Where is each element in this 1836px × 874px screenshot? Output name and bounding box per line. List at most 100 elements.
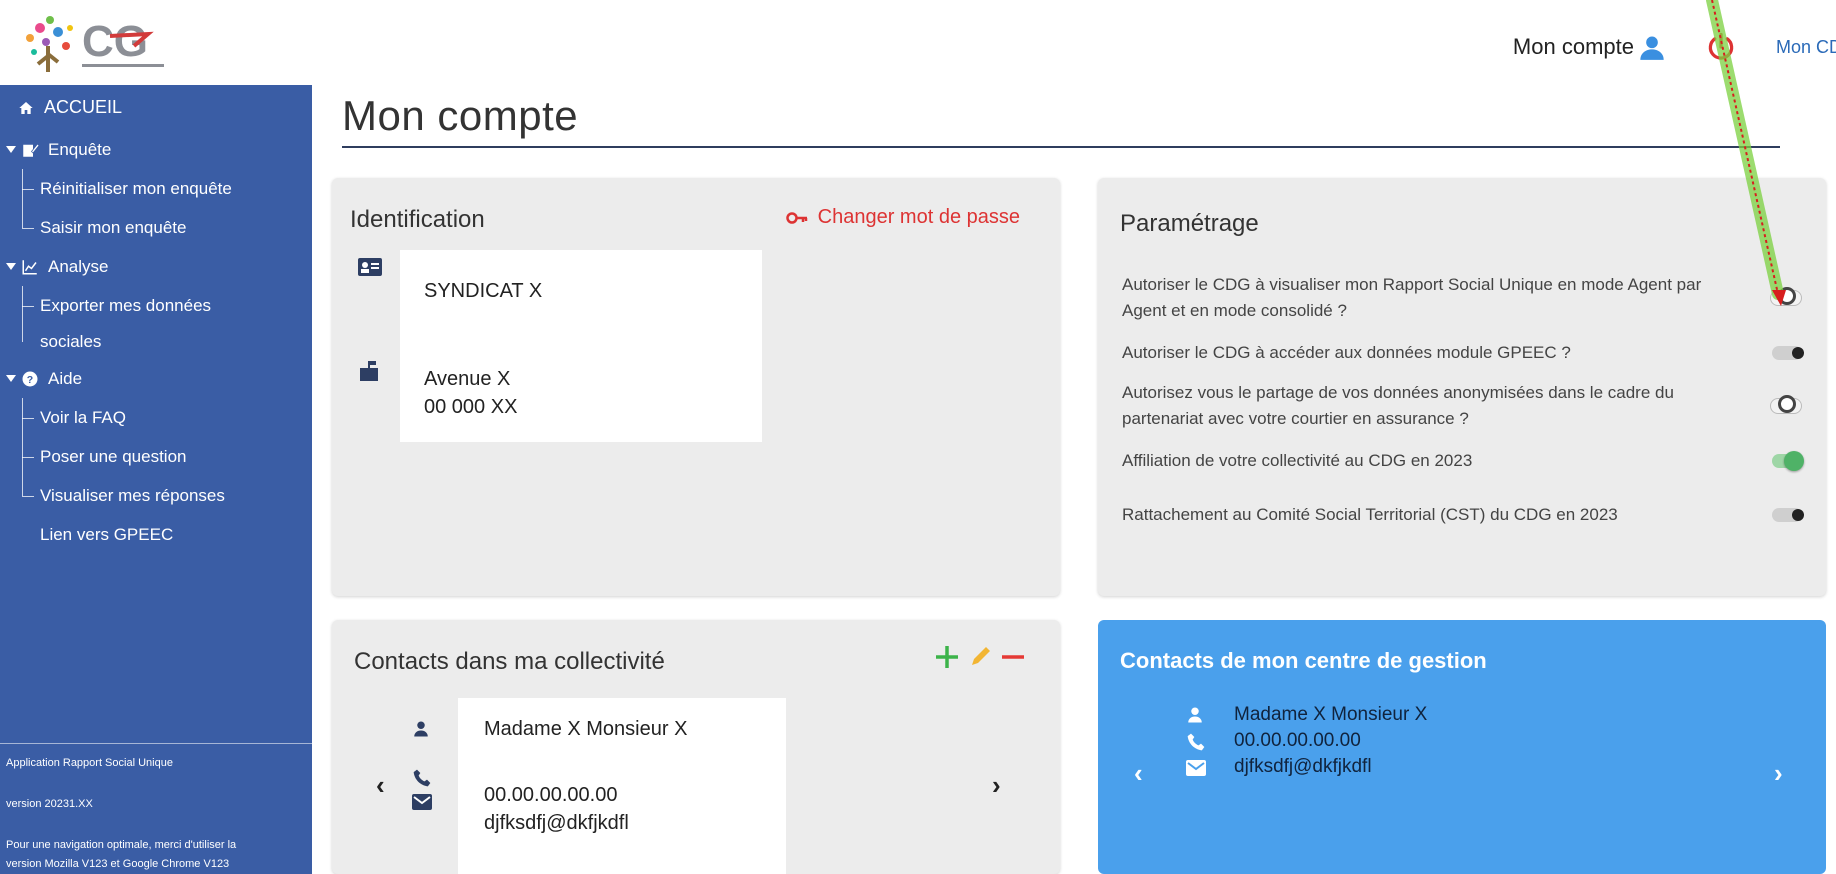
sidebar-item-label: sociales — [40, 332, 102, 351]
email-icon — [412, 794, 432, 815]
sidebar-item-visualiser-reponses[interactable]: Visualiser mes réponses — [0, 476, 312, 515]
sidebar-nav: ACCUEIL Enquête Réinitialiser mon enquêt… — [0, 85, 312, 554]
svg-text:?: ? — [27, 373, 33, 385]
logout-button[interactable] — [1706, 32, 1736, 62]
sidebar-item-saisir[interactable]: Saisir mon enquête — [0, 208, 312, 247]
setting-row: Rattachement au Comité Social Territoria… — [1122, 502, 1804, 528]
sidebar-item-exporter[interactable]: Exporter mes données — [0, 286, 312, 325]
add-contact-icon[interactable] — [934, 644, 960, 670]
setting-row: Autorisez vous le partage de vos données… — [1122, 380, 1802, 432]
contact-phone: 00.00.00.00.00 — [1234, 730, 1361, 751]
sidebar-item-poser-question[interactable]: Poser une question — [0, 437, 312, 476]
address-line: 00 000 XX — [424, 396, 518, 418]
caret-down-icon — [6, 375, 16, 382]
sidebar-item-accueil[interactable]: ACCUEIL — [0, 85, 312, 130]
sidebar-item-label: Enquête — [48, 139, 112, 159]
contact-next-button[interactable]: › — [1774, 758, 1783, 789]
edit-contact-icon[interactable] — [968, 645, 992, 669]
toggle-knob — [1784, 451, 1804, 471]
setting-toggle[interactable] — [1770, 287, 1802, 306]
setting-label: Autoriser le CDG à accéder aux données m… — [1122, 343, 1571, 362]
person-icon — [412, 720, 430, 743]
sidebar-item-analyse[interactable]: Analyse — [0, 247, 312, 286]
contact-email: djfksdfj@dkfjkdfl — [1234, 756, 1372, 777]
power-icon — [1708, 32, 1734, 60]
sidebar-item-faq[interactable]: Voir la FAQ — [0, 398, 312, 437]
mon-cdg-link[interactable]: Mon CDG — [1776, 37, 1836, 58]
card-title: Identification — [350, 206, 485, 233]
contact-next-button[interactable]: › — [992, 770, 1001, 801]
sidebar-item-exporter-cont[interactable]: sociales — [0, 325, 312, 359]
account-label: Mon compte — [1512, 34, 1634, 59]
identity-box: SYNDICAT X Avenue X 00 000 XX — [400, 250, 762, 442]
browser-note: Pour une navigation optimale, merci d'ut… — [6, 839, 237, 851]
person-icon — [1186, 706, 1204, 729]
id-card-icon — [358, 258, 382, 281]
sidebar-item-label: Aide — [48, 368, 83, 388]
identification-card: Identification Changer mot de passe SYND… — [332, 178, 1060, 596]
sidebar: ACCUEIL Enquête Réinitialiser mon enquêt… — [0, 85, 312, 874]
sidebar-item-label: Visualiser mes réponses — [40, 485, 225, 505]
email-icon — [1186, 760, 1206, 781]
contact-phone: 00.00.00.00.00 — [484, 784, 618, 806]
sidebar-footer: Application Rapport Social Unique versio… — [0, 743, 312, 874]
user-icon — [1640, 36, 1664, 60]
toggle-knob — [1792, 509, 1804, 521]
header-toolbar: Mon compte Mon CDG — [1513, 22, 1836, 72]
phone-icon — [1186, 732, 1206, 757]
contact-email: djfksdfj@dkfjkdfl — [484, 812, 629, 834]
organization-name: SYNDICAT X — [424, 280, 543, 302]
toggle-knob — [1778, 395, 1796, 413]
setting-label: Autoriser le CDG à visualiser mon Rappor… — [1122, 275, 1702, 320]
sidebar-item-enquete[interactable]: Enquête — [0, 130, 312, 169]
setting-label: Autorisez vous le partage de vos données… — [1122, 383, 1674, 428]
contact-prev-button[interactable]: ‹ — [1134, 758, 1143, 789]
setting-row: Affiliation de votre collectivité au CDG… — [1122, 448, 1804, 474]
sidebar-item-gpeec[interactable]: Lien vers GPEEC — [0, 515, 312, 554]
setting-label: Rattachement au Comité Social Territoria… — [1122, 505, 1618, 524]
title-divider — [342, 146, 1780, 148]
sidebar-item-label: Lien vers GPEEC — [40, 524, 174, 544]
remove-contact-icon[interactable] — [1000, 644, 1026, 670]
contact-name: Madame X Monsieur X — [1234, 704, 1428, 725]
sidebar-item-label: Poser une question — [40, 446, 187, 466]
card-title: Contacts de mon centre de gestion — [1120, 648, 1487, 673]
app-name: Application Rapport Social Unique — [6, 757, 173, 769]
card-title: Contacts dans ma collectivité — [354, 648, 665, 675]
app-logo[interactable]: CG — [18, 6, 196, 78]
sidebar-item-label: Exporter mes données — [40, 295, 212, 315]
mailbox-icon — [358, 360, 380, 387]
setting-toggle[interactable] — [1772, 451, 1804, 471]
sidebar-item-label: Voir la FAQ — [40, 407, 126, 427]
caret-down-icon — [6, 263, 16, 270]
account-link[interactable]: Mon compte — [1513, 33, 1666, 61]
sidebar-item-aide[interactable]: ? Aide — [0, 359, 312, 398]
contact-box: Madame X Monsieur X 00.00.00.00.00 djfks… — [458, 698, 786, 874]
key-icon — [785, 211, 807, 224]
help-icon: ? — [20, 369, 40, 389]
setting-toggle[interactable] — [1770, 395, 1802, 414]
change-password-link[interactable]: Changer mot de passe — [785, 206, 1020, 229]
setting-toggle[interactable] — [1772, 508, 1804, 522]
setting-label: Affiliation de votre collectivité au CDG… — [1122, 451, 1473, 470]
address-line: Avenue X — [424, 368, 511, 390]
change-password-label: Changer mot de passe — [817, 206, 1020, 228]
contacts-centre-card: Contacts de mon centre de gestion ‹ › Ma… — [1098, 620, 1826, 874]
toggle-knob — [1778, 287, 1796, 305]
sidebar-item-reinitialiser[interactable]: Réinitialiser mon enquête — [0, 169, 312, 208]
sidebar-item-label: ACCUEIL — [44, 97, 123, 117]
toggle-knob — [1792, 347, 1804, 359]
contacts-collectivite-card: Contacts dans ma collectivité ‹ › Madame… — [332, 620, 1060, 874]
edit-icon — [20, 140, 40, 160]
setting-row: Autoriser le CDG à accéder aux données m… — [1122, 340, 1804, 366]
phone-icon — [412, 768, 432, 793]
page-title: Mon compte — [342, 92, 579, 139]
home-icon — [16, 98, 36, 118]
contact-prev-button[interactable]: ‹ — [376, 770, 385, 801]
setting-toggle[interactable] — [1772, 346, 1804, 360]
chart-icon — [20, 257, 40, 277]
parametrage-card: Paramétrage Autoriser le CDG à visualise… — [1098, 178, 1826, 596]
card-title: Paramétrage — [1120, 210, 1259, 237]
sidebar-item-label: Analyse — [48, 256, 109, 276]
app-version: version 20231.XX — [6, 798, 93, 810]
